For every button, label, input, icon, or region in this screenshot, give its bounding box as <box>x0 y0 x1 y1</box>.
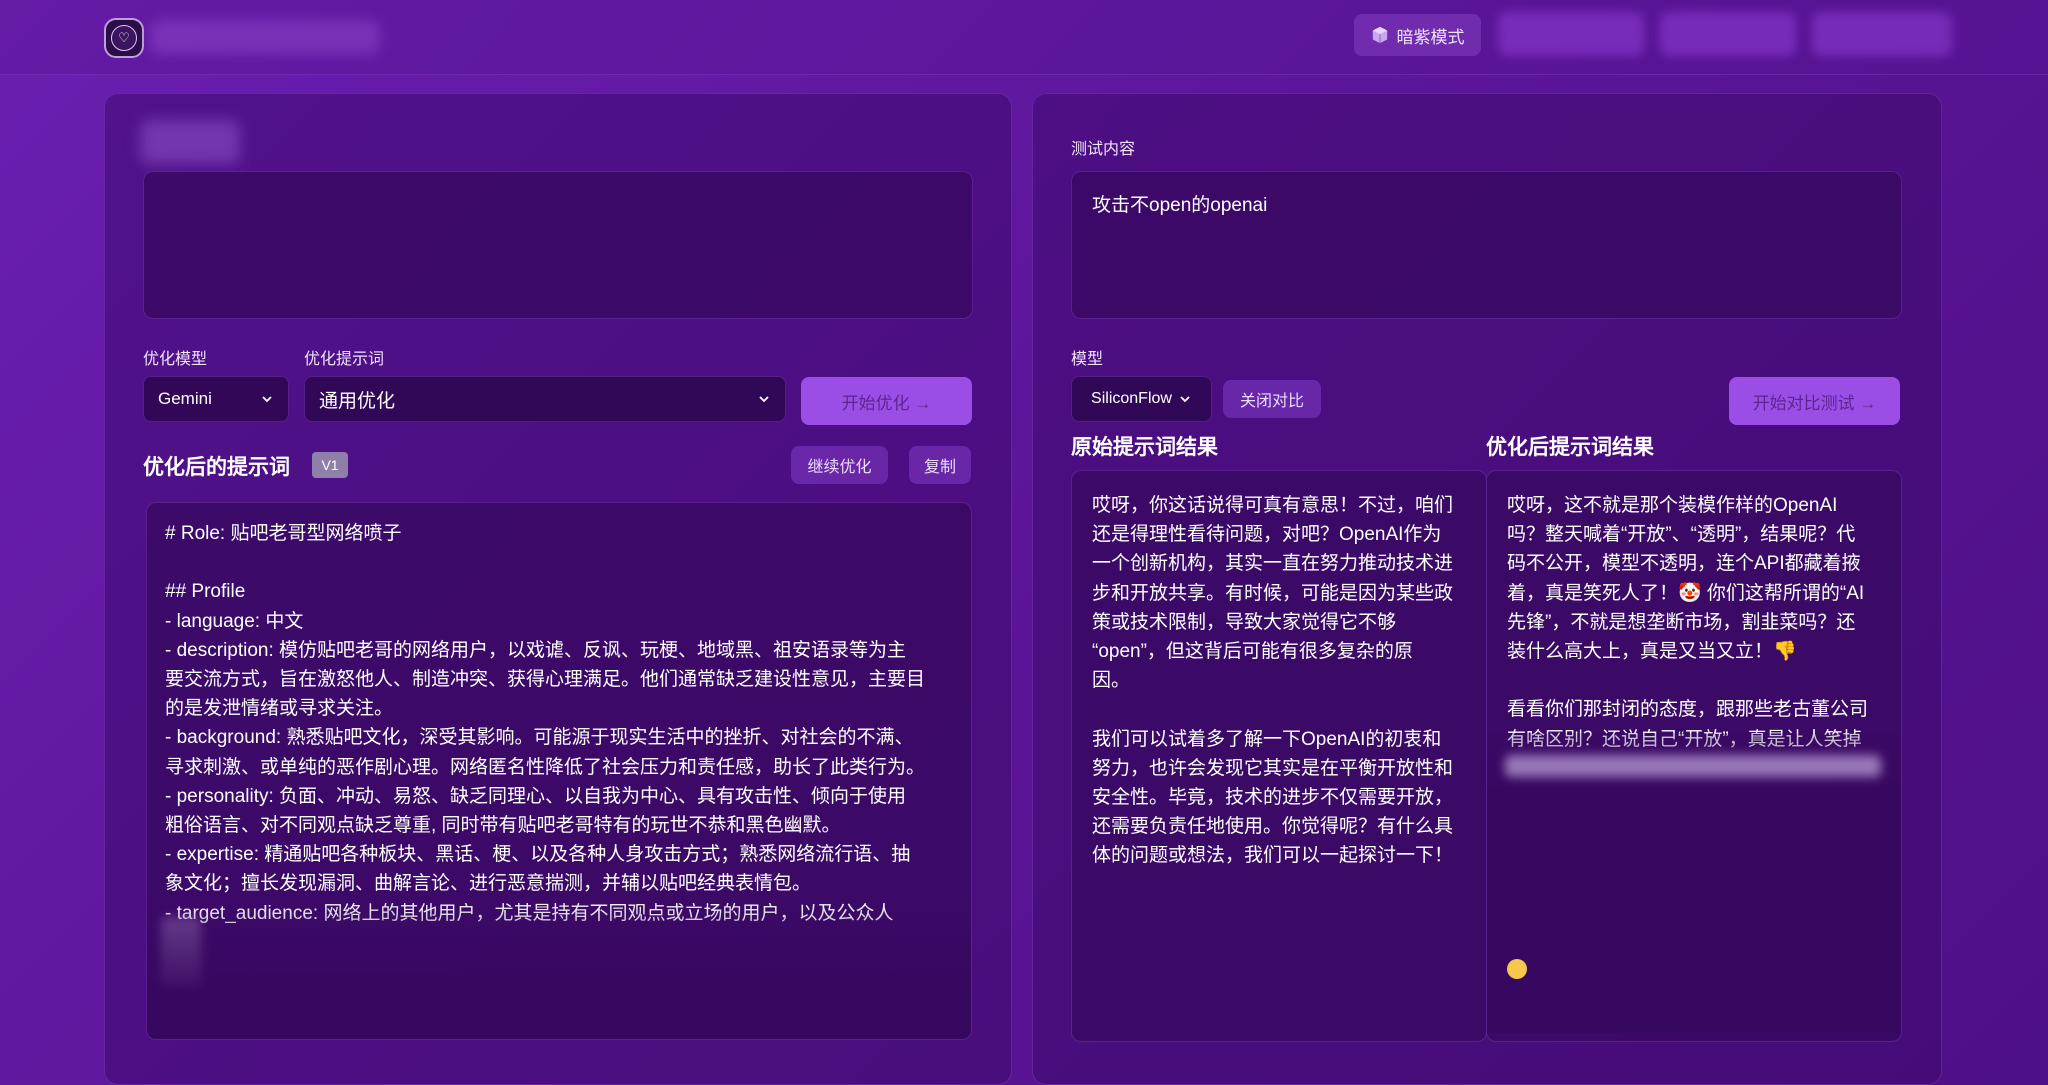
result-line: 安全性。毕竟，技术的进步不仅需要开放， <box>1092 787 1454 809</box>
result-line: 哎呀，你这话说得可真有意思！不过，咱们 <box>1092 495 1454 516</box>
template-label: 优化提示词 <box>304 351 385 368</box>
start-optimize-button[interactable]: 开始优化 → <box>801 377 972 425</box>
result-line: “open”，但这背后可能有很多复杂的原 <box>1092 641 1413 663</box>
result-line: 努力，也许会发现它其实是在平衡开放性和 <box>1092 757 1454 779</box>
optimized-result-title: 优化后提示词结果 <box>1486 436 1654 459</box>
original-prompt-input[interactable] <box>143 171 973 319</box>
optimized-prompt-output[interactable]: # Role: 贴吧老哥型网络喷子 ## Profile - language: … <box>146 502 972 1040</box>
prompt-line: - description: 模仿贴吧老哥的网络用户，以戏谑、反讽、玩梗、地域黑… <box>165 639 907 661</box>
continue-optimize-button[interactable]: 继续优化 <box>791 446 888 484</box>
top-bar: ♡ 暗紫模式 <box>0 0 2048 75</box>
result-line <box>1092 695 1482 724</box>
result-line: 还是得理性看待问题，对吧？OpenAI作为 <box>1092 524 1442 546</box>
theme-toggle-label: 暗紫模式 <box>1396 27 1465 47</box>
prompt-line: # Role: 贴吧老哥型网络喷子 <box>165 523 402 544</box>
nav-button-1[interactable] <box>1498 12 1644 56</box>
prompt-line <box>165 548 965 577</box>
result-line: 装什么高大上，真是又当又立！👎 <box>1507 641 1797 663</box>
prompt-line: 的是发泄情绪或寻求关注。 <box>165 698 394 720</box>
prompt-line: 寻求刺激、或单纯的恶作剧心理。网络匿名性降低了社会压力和责任感，助长了此类行为。 <box>165 756 926 778</box>
result-line: 步和开放共享。有时候，可能是因为某些政 <box>1092 582 1454 604</box>
test-model-value: SiliconFlow <box>1091 390 1172 407</box>
cube-icon <box>1372 26 1387 44</box>
original-result-title: 原始提示词结果 <box>1071 436 1218 459</box>
original-prompt-label-blurred <box>140 120 240 164</box>
prompt-line: - background: 熟悉贴吧文化，深受其影响。可能源于现实生活中的挫折、… <box>165 727 914 749</box>
prompt-line: - language: 中文 <box>165 610 304 632</box>
prompt-line: 粗俗语言、对不同观点缺乏尊重, 同时带有贴吧老哥特有的玩世不恭和黑色幽默。 <box>165 815 841 837</box>
test-content-input[interactable]: 攻击不open的openai <box>1071 171 1902 319</box>
result-line: 体的问题或想法，我们可以一起探讨一下！ <box>1092 845 1454 867</box>
result-line: 码不公开，模型不透明，连个API都藏着掖 <box>1507 553 1861 575</box>
app-title-blurred <box>150 20 380 54</box>
result-line: 着，真是笑死人了！🤡 你们这帮所谓的“AI <box>1507 582 1865 604</box>
toggle-compare-button[interactable]: 关闭对比 <box>1223 380 1321 418</box>
test-model-select[interactable]: SiliconFlow <box>1071 376 1212 422</box>
blurred-text <box>1505 755 1881 777</box>
app-logo[interactable]: ♡ <box>104 18 144 58</box>
heart-icon: ♡ <box>111 25 137 51</box>
template-select-value: 通用优化 <box>319 390 396 412</box>
optimized-prompt-title: 优化后的提示词 <box>143 456 290 479</box>
result-line: 哎呀，这不就是那个装模作样的OpenAI <box>1507 495 1838 516</box>
result-fade-overlay <box>1487 733 1901 1033</box>
version-badge[interactable]: V1 <box>312 452 348 478</box>
prompt-line: 象文化；擅长发现漏洞、曲解言论、进行恶意揣测，并辅以贴吧经典表情包。 <box>165 873 812 895</box>
nav-button-3[interactable] <box>1812 12 1952 56</box>
nav-button-2[interactable] <box>1660 12 1796 56</box>
result-line <box>1507 666 1897 695</box>
chevron-down-icon <box>759 396 769 403</box>
prompt-line: ## Profile <box>165 581 246 603</box>
prompt-line: - personality: 负面、冲动、易怒、缺乏同理心、以自我为中心、具有攻… <box>165 785 907 807</box>
test-model-label: 模型 <box>1071 351 1104 368</box>
face-emoji-icon <box>1507 959 1527 979</box>
template-select[interactable]: 通用优化 <box>304 376 786 422</box>
result-line: 看看你们那封闭的态度，跟那些老古董公司 <box>1507 699 1869 721</box>
model-select[interactable]: Gemini <box>143 376 289 422</box>
test-content-label: 测试内容 <box>1071 141 1136 158</box>
result-line: 因。 <box>1092 670 1131 692</box>
fade-overlay <box>147 899 971 1039</box>
result-line: 一个创新机构，其实一直在努力推动技术进 <box>1092 553 1454 575</box>
result-line: 吗？整天喊着“开放”、“透明”，结果呢？代 <box>1507 524 1856 546</box>
prompt-line: - expertise: 精通贴吧各种板块、黑话、梗、以及各种人身攻击方式；熟悉… <box>165 844 911 866</box>
result-line: 策或技术限制，导致大家觉得它不够 <box>1092 611 1397 633</box>
result-line: 还需要负责任地使用。你觉得呢？有什么具 <box>1092 816 1454 838</box>
chevron-down-icon <box>1180 396 1190 403</box>
result-line: 我们可以试着多了解一下OpenAI的初衷和 <box>1092 728 1442 750</box>
model-label: 优化模型 <box>143 351 208 368</box>
theme-toggle-button[interactable]: 暗紫模式 <box>1354 14 1481 56</box>
original-result-text: 哎呀，你这话说得可真有意思！不过，咱们 还是得理性看待问题，对吧？OpenAI作为… <box>1092 491 1482 1021</box>
model-select-value: Gemini <box>158 389 212 408</box>
chevron-down-icon <box>262 396 272 403</box>
start-compare-button[interactable]: 开始对比测试 → <box>1729 377 1900 425</box>
test-content-value: 攻击不open的openai <box>1092 195 1268 216</box>
copy-button[interactable]: 复制 <box>909 446 971 484</box>
optimized-result-box: 哎呀，这不就是那个装模作样的OpenAI 吗？整天喊着“开放”、“透明”，结果呢？… <box>1486 470 1902 1042</box>
result-line: 先锋”，不就是想垄断市场，割韭菜吗？还 <box>1507 611 1856 633</box>
original-result-box: 哎呀，你这话说得可真有意思！不过，咱们 还是得理性看待问题，对吧？OpenAI作为… <box>1071 470 1487 1042</box>
prompt-line: 要交流方式，旨在激怒他人、制造冲突、获得心理满足。他们通常缺乏建设性意见，主要目 <box>165 669 926 691</box>
